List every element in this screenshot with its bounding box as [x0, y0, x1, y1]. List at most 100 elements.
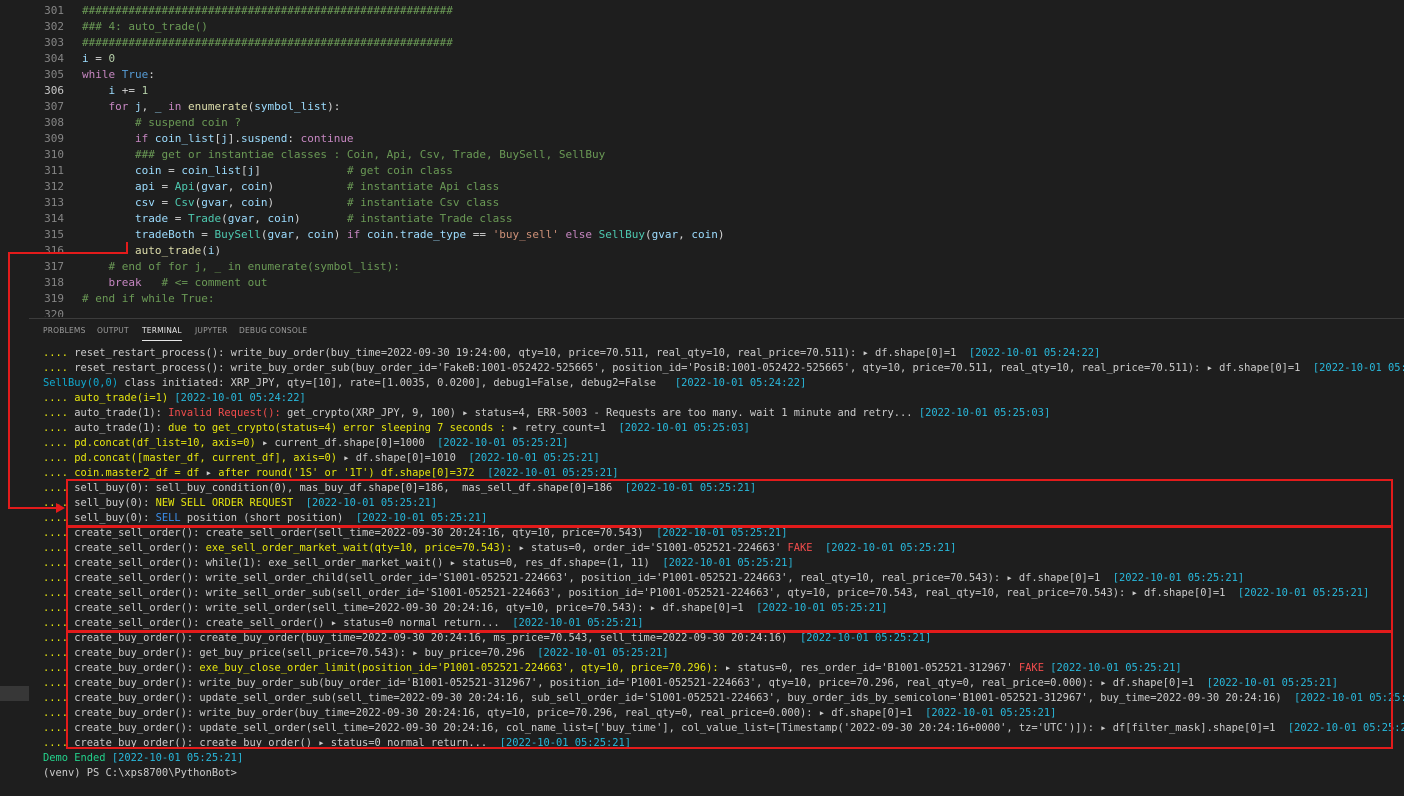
terminal-text: create_buy_order(): get_buy_price(sell_p…: [68, 647, 538, 659]
code-token: (: [221, 212, 228, 225]
tab-terminal[interactable]: TERMINAL: [142, 326, 182, 341]
code-token: gvar: [651, 228, 679, 241]
annotation-arrow-segment: [8, 252, 128, 254]
terminal-line: .... create_buy_order(): create_buy_orde…: [43, 736, 631, 751]
code-token: ########################################…: [82, 4, 453, 17]
terminal-text: create_sell_order():: [68, 542, 206, 554]
code-token: ): [717, 228, 725, 241]
terminal-text: FAKE: [787, 542, 813, 554]
annotation-arrowhead: [56, 503, 65, 513]
line-number: 310: [44, 148, 64, 161]
tab-problems[interactable]: PROBLEMS: [43, 326, 86, 335]
terminal-text: ....: [43, 692, 69, 704]
code-editor[interactable]: 301 #####################################…: [29, 0, 1404, 317]
code-line[interactable]: 302 ### 4: auto_trade(): [29, 19, 1404, 35]
code-token: =: [161, 164, 182, 177]
terminal-text: create_sell_order(): create_sell_order(s…: [68, 527, 657, 539]
code-text: api = Api(gvar, coin) # instantiate Api …: [82, 179, 499, 195]
code-line[interactable]: 314 trade = Trade(gvar, coin) # instanti…: [29, 211, 1404, 227]
terminal-text: [2022-10-01 05:25:21]: [305, 497, 438, 509]
activity-bar: [0, 0, 29, 795]
code-token: # end of for j, _ in enumerate(symbol_li…: [108, 260, 400, 273]
code-token: i: [82, 52, 89, 65]
line-number: 313: [44, 196, 64, 209]
terminal-text: ....: [43, 677, 69, 689]
code-line[interactable]: 315 tradeBoth = BuySell(gvar, coin) if c…: [29, 227, 1404, 243]
code-token: ,: [254, 212, 268, 225]
code-token: SellBuy: [598, 228, 646, 241]
code-text: i = 0: [82, 51, 115, 67]
code-token: # suspend coin ?: [134, 116, 241, 129]
code-token: api: [134, 180, 155, 193]
code-line[interactable]: 303 #####################################…: [29, 35, 1404, 51]
code-token: ): [267, 196, 347, 209]
code-token: ):: [327, 100, 341, 113]
code-token: ): [214, 244, 222, 257]
code-line[interactable]: 308 # suspend coin ?: [29, 115, 1404, 131]
code-token: :: [287, 132, 301, 145]
terminal-text: [2022-10-01 05:25:21]: [1294, 692, 1404, 704]
code-line[interactable]: 306 i += 1: [29, 83, 1404, 99]
line-number: 309: [44, 132, 64, 145]
code-token: ): [333, 228, 347, 241]
terminal-text: .... pd.concat([master_df, current_df], …: [43, 452, 338, 464]
code-line[interactable]: 317 # end of for j, _ in enumerate(symbo…: [29, 259, 1404, 275]
code-line[interactable]: 313 csv = Csv(gvar, coin) # instantiate …: [29, 195, 1404, 211]
terminal-text: ▸ current_df.shape[0]=1000: [255, 437, 438, 449]
tab-output[interactable]: OUTPUT: [97, 326, 129, 335]
code-line[interactable]: 312 api = Api(gvar, coin) # instantiate …: [29, 179, 1404, 195]
code-token: gvar: [201, 196, 228, 209]
code-line[interactable]: 320: [29, 307, 1404, 317]
code-token: =: [194, 228, 215, 241]
code-line[interactable]: 304 i = 0: [29, 51, 1404, 67]
code-line[interactable]: 305 while True:: [29, 67, 1404, 83]
code-token: trade: [134, 212, 169, 225]
terminal-text: due to get_crypto(status=4) error sleepi…: [168, 422, 506, 434]
code-token: Trade: [187, 212, 222, 225]
code-token: suspend: [240, 132, 288, 145]
code-line[interactable]: 311 coin = coin_list[j] # get coin class: [29, 163, 1404, 179]
code-line[interactable]: 319 # end if while True:: [29, 291, 1404, 307]
code-line[interactable]: 316 auto_trade(i): [29, 243, 1404, 259]
terminal-text: ....: [43, 602, 69, 614]
code-text: # suspend coin ?: [82, 115, 241, 131]
terminal-text: ....: [43, 632, 69, 644]
line-number: 305: [44, 68, 64, 81]
terminal-text: [2022-10-01 05:25:03]: [918, 407, 1051, 419]
terminal-line: .... create_buy_order(): write_buy_order…: [43, 676, 1338, 691]
code-token: if: [346, 228, 361, 241]
terminal-text: sell_buy(0):: [68, 497, 156, 509]
terminal-text: ▸ status=0, res_order_id='B1001-052521-3…: [718, 662, 1019, 674]
code-token: ,: [227, 196, 241, 209]
terminal-text: ....: [43, 527, 69, 539]
code-line[interactable]: 307 for j, _ in enumerate(symbol_list):: [29, 99, 1404, 115]
terminal-text: sell_buy(0):: [68, 512, 156, 524]
tab-jupyter[interactable]: JUPYTER: [195, 326, 228, 335]
line-number: 307: [44, 100, 64, 113]
terminal-text: ....: [43, 647, 69, 659]
code-token: coin: [240, 180, 268, 193]
code-line[interactable]: 310 ### get or instantiae classes : Coin…: [29, 147, 1404, 163]
terminal-text: ▸ retry_count=1: [505, 422, 619, 434]
terminal-text: [2022-10-01 05:24:22]: [968, 347, 1101, 359]
terminal-line: .... create_sell_order(): while(1): exe_…: [43, 556, 794, 571]
tab-debug-console[interactable]: DEBUG CONSOLE: [239, 326, 307, 335]
code-token: # instantiate Csv class: [346, 196, 500, 209]
code-text: ### get or instantiae classes : Coin, Ap…: [82, 147, 605, 163]
terminal-text: [2022-10-01 05:25:21]: [499, 737, 632, 749]
terminal-text: [2022-10-01 05:25:21]: [512, 617, 644, 629]
code-line[interactable]: 301 #####################################…: [29, 3, 1404, 19]
code-line[interactable]: 309 if coin_list[j].suspend: continue: [29, 131, 1404, 147]
code-line[interactable]: 318 break # <= comment out: [29, 275, 1404, 291]
code-token: True: [121, 68, 149, 81]
code-token: continue: [300, 132, 354, 145]
terminal-line: .... auto_trade(i=1) [2022-10-01 05:24:2…: [43, 391, 306, 406]
terminal-text: [2022-10-01 05:25:21]: [537, 647, 669, 659]
